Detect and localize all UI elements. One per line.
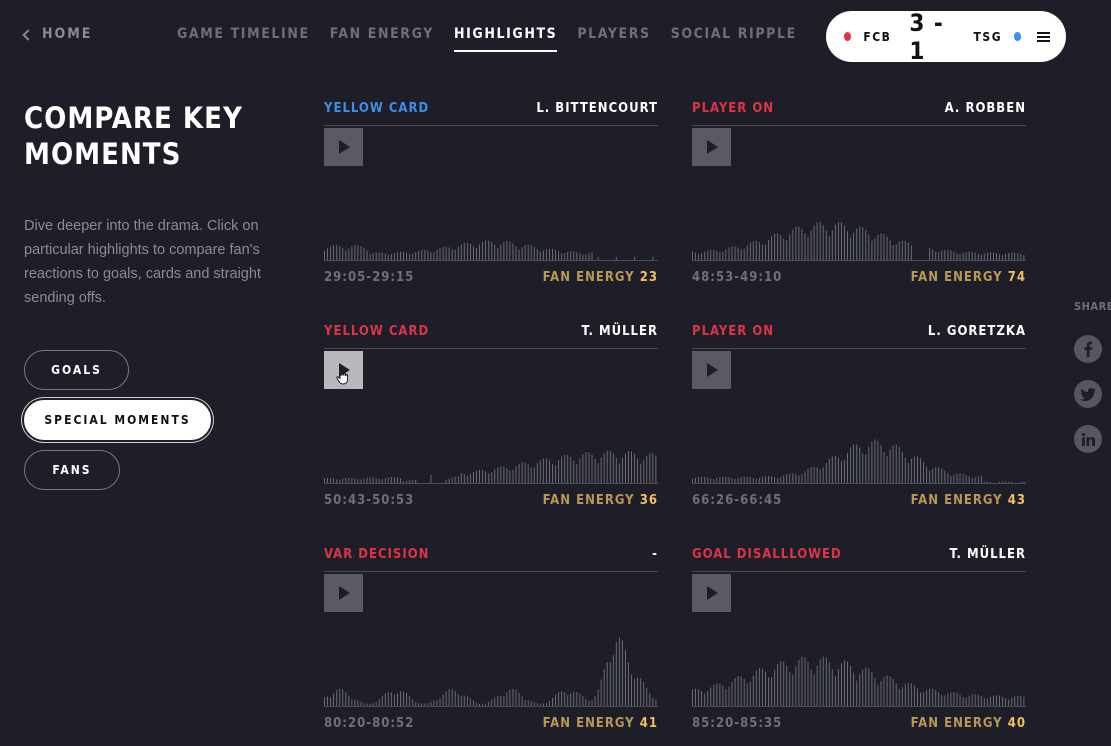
fan-energy-sparkline bbox=[692, 656, 1025, 706]
highlight-card[interactable]: GOAL DISALLLOWED T. MÜLLER 85:20-85:35 FAN … bbox=[692, 546, 1026, 746]
fan-energy-sparkline bbox=[692, 222, 1025, 260]
sparkline-baseline bbox=[692, 706, 1026, 707]
share-label: SHARE bbox=[1074, 300, 1111, 313]
highlight-event-type: VAR DECISION bbox=[324, 547, 430, 562]
highlight-event-type: PLAYER ON bbox=[692, 101, 775, 116]
highlight-card-footer: 80:20-80:52 FAN ENERGY 41 bbox=[324, 716, 658, 731]
home-team-dot bbox=[844, 32, 852, 41]
page-title: COMPARE KEY MOMENTS bbox=[24, 100, 284, 172]
fan-energy-value: 36 bbox=[639, 493, 658, 508]
highlight-time-range: 85:20-85:35 bbox=[692, 716, 783, 731]
fan-energy-readout: FAN ENERGY 40 bbox=[911, 716, 1026, 731]
sparkline-baseline bbox=[692, 260, 1026, 261]
highlight-player-name: L. GORETZKA bbox=[927, 324, 1026, 339]
home-label: HOME bbox=[42, 26, 93, 42]
fan-energy-value: 74 bbox=[1007, 270, 1026, 285]
tab-fan-energy[interactable]: FAN ENERGY bbox=[330, 26, 434, 52]
highlight-player-name: T. MÜLLER bbox=[581, 324, 658, 339]
sparkline-baseline bbox=[324, 483, 658, 484]
home-team-name: FCB bbox=[863, 29, 892, 44]
fan-energy-sparkline bbox=[324, 450, 657, 483]
fan-energy-value: 23 bbox=[639, 270, 658, 285]
sparkline-baseline bbox=[324, 260, 658, 261]
highlight-time-range: 50:43-50:53 bbox=[324, 493, 415, 508]
sparkline-baseline bbox=[692, 483, 1026, 484]
highlight-card[interactable]: VAR DECISION - 80:20-80:52 FAN ENERGY 41 bbox=[324, 546, 658, 746]
sparkline-baseline bbox=[324, 706, 658, 707]
highlight-card-header: VAR DECISION - bbox=[324, 546, 658, 572]
linkedin-icon[interactable] bbox=[1074, 425, 1102, 453]
fan-energy-readout: FAN ENERGY 23 bbox=[543, 270, 658, 285]
highlight-event-type: YELLOW CARD bbox=[324, 101, 430, 116]
fan-energy-label: FAN ENERGY bbox=[542, 493, 635, 508]
highlight-card-header: PLAYER ON L. GORETZKA bbox=[692, 323, 1026, 349]
fan-energy-value: 41 bbox=[639, 716, 658, 731]
fan-energy-label: FAN ENERGY bbox=[542, 716, 635, 731]
highlight-time-range: 66:26-66:45 bbox=[692, 493, 783, 508]
fan-energy-sparkline bbox=[324, 240, 654, 260]
filter-fans-button[interactable]: FANS bbox=[24, 450, 120, 490]
page-title-line2: MOMENTS bbox=[24, 137, 182, 171]
fan-energy-readout: FAN ENERGY 36 bbox=[543, 493, 658, 508]
highlight-time-range: 48:53-49:10 bbox=[692, 270, 783, 285]
fan-energy-label: FAN ENERGY bbox=[910, 716, 1003, 731]
highlight-player-name: L. BITTENCOURT bbox=[536, 101, 658, 116]
match-score: 3 - 1 bbox=[909, 8, 944, 65]
fan-energy-label: FAN ENERGY bbox=[910, 493, 1003, 508]
highlight-card[interactable]: YELLOW CARD L. BITTENCOURT 29:05-29:15 FAN … bbox=[324, 100, 658, 300]
filter-goals-button[interactable]: GOALS bbox=[24, 350, 129, 390]
highlight-card-header: GOAL DISALLLOWED T. MÜLLER bbox=[692, 546, 1026, 572]
highlight-card-header: YELLOW CARD T. MÜLLER bbox=[324, 323, 658, 349]
highlight-time-range: 29:05-29:15 bbox=[324, 270, 415, 285]
highlight-card[interactable]: PLAYER ON A. ROBBEN 48:53-49:10 FAN ENERGY … bbox=[692, 100, 1026, 300]
highlight-card-footer: 85:20-85:35 FAN ENERGY 40 bbox=[692, 716, 1026, 731]
highlight-card-footer: 48:53-49:10 FAN ENERGY 74 bbox=[692, 270, 1026, 285]
highlight-card-footer: 29:05-29:15 FAN ENERGY 23 bbox=[324, 270, 658, 285]
scoreboard: FCB 3 - 1 TSG bbox=[826, 8, 1066, 65]
hamburger-menu-icon[interactable] bbox=[1037, 31, 1051, 42]
filter-special-moments-button[interactable]: SPECIAL MOMENTS bbox=[24, 400, 211, 440]
highlight-time-range: 80:20-80:52 bbox=[324, 716, 415, 731]
highlight-player-name: - bbox=[652, 547, 658, 562]
highlight-card-footer: 66:26-66:45 FAN ENERGY 43 bbox=[692, 493, 1026, 508]
away-team-dot bbox=[1014, 32, 1022, 41]
home-link[interactable]: HOME bbox=[22, 26, 93, 42]
page-title-line1: COMPARE KEY bbox=[24, 101, 243, 135]
fan-energy-readout: FAN ENERGY 74 bbox=[911, 270, 1026, 285]
highlight-event-type: YELLOW CARD bbox=[324, 324, 430, 339]
away-team-name: TSG bbox=[973, 29, 1003, 44]
facebook-icon[interactable] bbox=[1074, 335, 1102, 363]
fan-energy-label: FAN ENERGY bbox=[910, 270, 1003, 285]
highlight-card-footer: 50:43-50:53 FAN ENERGY 36 bbox=[324, 493, 658, 508]
highlight-event-type: GOAL DISALLLOWED bbox=[692, 547, 842, 562]
twitter-icon[interactable] bbox=[1074, 380, 1102, 408]
fan-energy-sparkline bbox=[692, 439, 1025, 483]
tab-social-ripple[interactable]: SOCIAL RIPPLE bbox=[671, 26, 797, 52]
tab-game-timeline[interactable]: GAME TIMELINE bbox=[177, 26, 310, 52]
fan-energy-readout: FAN ENERGY 43 bbox=[911, 493, 1026, 508]
fan-energy-sparkline bbox=[324, 636, 657, 706]
highlight-player-name: T. MÜLLER bbox=[949, 547, 1026, 562]
highlight-event-type: PLAYER ON bbox=[692, 324, 775, 339]
highlight-player-name: A. ROBBEN bbox=[944, 101, 1026, 116]
fan-energy-readout: FAN ENERGY 41 bbox=[543, 716, 658, 731]
tab-highlights[interactable]: HIGHLIGHTS bbox=[453, 26, 558, 52]
chevron-left-icon bbox=[22, 28, 34, 41]
fan-energy-value: 40 bbox=[1007, 716, 1026, 731]
fan-energy-value: 43 bbox=[1007, 493, 1026, 508]
tab-players[interactable]: PLAYERS bbox=[577, 26, 650, 52]
fan-energy-label: FAN ENERGY bbox=[542, 270, 635, 285]
highlight-card-header: PLAYER ON A. ROBBEN bbox=[692, 100, 1026, 126]
main-nav: GAME TIMELINE FAN ENERGY HIGHLIGHTS PLAY… bbox=[177, 26, 797, 52]
highlight-card[interactable]: PLAYER ON L. GORETZKA 66:26-66:45 FAN ENERG… bbox=[692, 323, 1026, 523]
intro-description: Dive deeper into the drama. Click on par… bbox=[24, 218, 261, 306]
highlight-card[interactable]: YELLOW CARD T. MÜLLER 50:43-50:53 FAN ENERG… bbox=[324, 323, 658, 523]
highlight-card-header: YELLOW CARD L. BITTENCOURT bbox=[324, 100, 658, 126]
